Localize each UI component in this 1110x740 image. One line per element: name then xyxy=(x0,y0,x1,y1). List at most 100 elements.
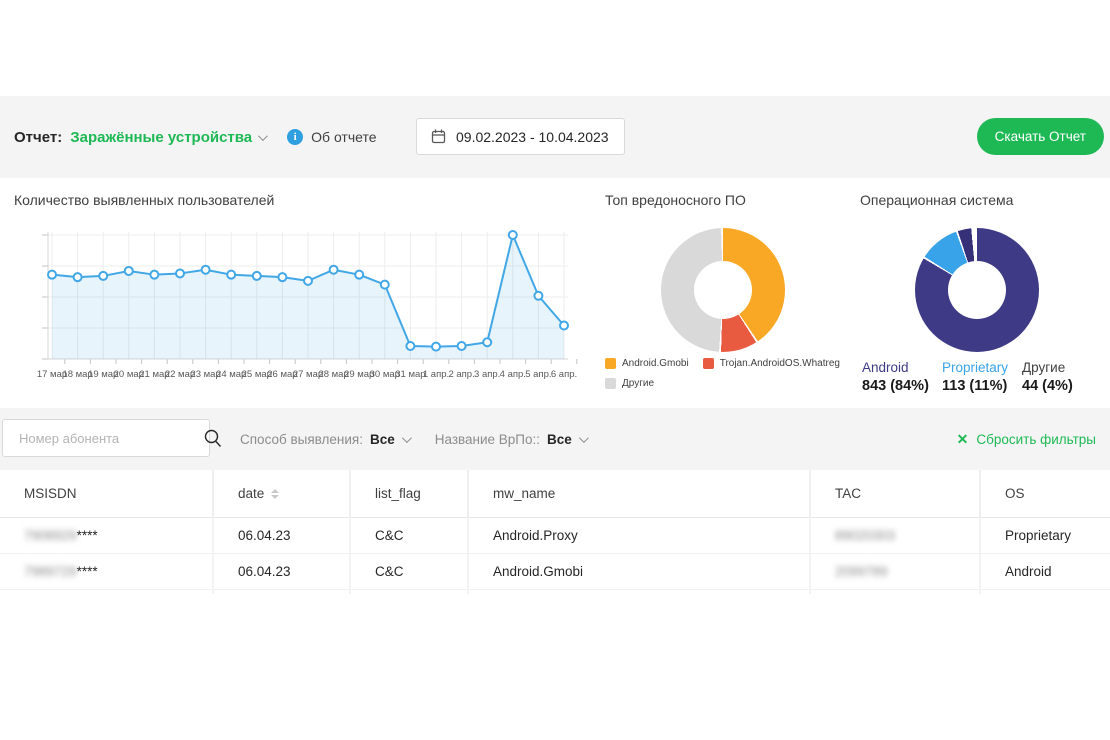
svg-text:6 апр.: 6 апр. xyxy=(551,369,577,380)
svg-text:2 апр.: 2 апр. xyxy=(448,369,474,380)
malware-name-label: Название ВрПо:: xyxy=(435,432,540,447)
svg-text:5 апр.: 5 апр. xyxy=(525,369,551,380)
svg-text:3 апр.: 3 апр. xyxy=(474,369,500,380)
column-header-label: MSISDN xyxy=(24,486,77,501)
donut-hole xyxy=(948,261,1006,319)
empty-cell xyxy=(980,589,1110,594)
download-report-button[interactable]: Скачать Отчет xyxy=(977,118,1104,155)
column-header-label: TAC xyxy=(835,486,861,501)
chevron-down-icon xyxy=(579,433,589,443)
cell-date: 06.04.23 xyxy=(213,553,350,589)
detection-method-value: Все xyxy=(370,432,395,447)
blurred-tac: 2099789 xyxy=(835,564,888,579)
cell-mw-name: Android.Gmobi xyxy=(468,553,810,589)
malware-name-dropdown[interactable]: Название ВрПо:: Все xyxy=(435,432,586,447)
column-header-label: date xyxy=(238,486,264,501)
os-stat-label: Android xyxy=(862,360,942,375)
detection-method-dropdown[interactable]: Способ выявления: Все xyxy=(240,432,409,447)
cell-os: Android xyxy=(980,553,1110,589)
column-header-mw_name: mw_name xyxy=(468,470,810,517)
column-header-date[interactable]: date xyxy=(213,470,350,517)
column-header-os: OS xyxy=(980,470,1110,517)
info-icon[interactable]: i xyxy=(287,129,303,145)
calendar-icon xyxy=(431,129,446,144)
msisdn-mask: **** xyxy=(77,528,98,543)
sort-icon[interactable] xyxy=(271,489,279,499)
os-stats: Android 843 (84%) Proprietary 113 (11%) … xyxy=(862,360,1102,394)
malware-donut-card: Топ вредоносного ПО Android.Gmobi Trojan… xyxy=(595,178,850,408)
chevron-down-icon xyxy=(258,131,268,141)
empty-cell xyxy=(213,589,350,594)
users-line-chart-card: Количество выявленных пользователей 17 м… xyxy=(0,178,585,408)
legend-label: Trojan.AndroidOS.Whatreg xyxy=(720,358,840,369)
blurred-msisdn: 7908929 xyxy=(24,528,77,543)
search-input[interactable] xyxy=(3,431,203,446)
date-range-picker[interactable]: 09.02.2023 - 10.04.2023 xyxy=(416,118,625,155)
legend-item: Trojan.AndroidOS.Whatreg xyxy=(703,358,840,369)
legend-swatch xyxy=(703,358,714,369)
date-range-value: 09.02.2023 - 10.04.2023 xyxy=(456,129,609,145)
os-chart-title: Операционная система xyxy=(860,192,1013,208)
filter-band: Способ выявления: Все Название ВрПо:: Вс… xyxy=(0,408,1110,470)
cell-date: 06.04.23 xyxy=(213,517,350,553)
cell-msisdn: 7989729**** xyxy=(0,553,213,589)
detection-method-label: Способ выявления: xyxy=(240,432,363,447)
report-name-text: Заражённые устройства xyxy=(70,129,252,146)
donut-hole xyxy=(694,261,752,319)
chevron-down-icon xyxy=(402,433,412,443)
column-header-label: list_flag xyxy=(375,486,421,501)
blurred-msisdn: 7989729 xyxy=(24,564,77,579)
os-donut-card: Операционная система Android 843 (84%) P… xyxy=(850,178,1110,408)
about-report-label: Об отчете xyxy=(311,129,376,145)
dashboard-screen: Отчет: Заражённые устройства i Об отчете… xyxy=(0,0,1110,740)
os-donut-chart xyxy=(915,228,1039,352)
search-icon xyxy=(203,428,223,448)
column-header-tac: TAC xyxy=(810,470,980,517)
legend-item: Android.Gmobi xyxy=(605,358,689,369)
column-header-label: mw_name xyxy=(493,486,555,501)
svg-text:4 апр.: 4 апр. xyxy=(500,369,526,380)
table-row-partial xyxy=(0,589,1110,594)
os-stat-value: 44 (4%) xyxy=(1022,378,1102,394)
legend-item: Другие xyxy=(605,378,654,389)
malware-donut-chart xyxy=(661,228,785,352)
malware-chart-title: Топ вредоносного ПО xyxy=(605,192,746,208)
legend-label: Другие xyxy=(622,378,654,389)
users-line-chart: 17 мар18 мар19 мар20 мар21 мар22 мар23 м… xyxy=(0,208,585,428)
infected-devices-table: MSISDN date list_flag mw_name TAC OS 7908929*… xyxy=(0,470,1110,594)
search-button[interactable] xyxy=(203,420,223,456)
os-stat-other: Другие 44 (4%) xyxy=(1022,360,1102,394)
report-selector-row: Отчет: Заражённые устройства i Об отчете xyxy=(14,96,377,178)
column-header-msisdn: MSISDN xyxy=(0,470,213,517)
subscriber-search-box xyxy=(2,419,210,457)
column-header-label: OS xyxy=(1005,486,1025,501)
line-chart-title: Количество выявленных пользователей xyxy=(14,192,274,208)
report-label: Отчет: xyxy=(14,129,62,146)
legend-label: Android.Gmobi xyxy=(622,358,689,369)
reset-filters-button[interactable]: ✕ Сбросить фильтры xyxy=(957,408,1096,470)
svg-text:1 апр.: 1 апр. xyxy=(423,369,449,380)
empty-cell xyxy=(0,589,213,594)
table-header-row: MSISDN date list_flag mw_name TAC OS xyxy=(0,470,1110,517)
os-stat-value: 843 (84%) xyxy=(862,378,942,394)
cell-list-flag: C&C xyxy=(350,553,468,589)
cell-msisdn: 7908929**** xyxy=(0,517,213,553)
os-stat-label: Другие xyxy=(1022,360,1102,375)
close-icon: ✕ xyxy=(957,432,969,446)
report-name-dropdown[interactable]: Заражённые устройства xyxy=(70,129,265,146)
svg-text:31 мар: 31 мар xyxy=(395,369,425,380)
empty-cell xyxy=(350,589,468,594)
os-stat-proprietary: Proprietary 113 (11%) xyxy=(942,360,1022,394)
filter-dropdowns: Способ выявления: Все Название ВрПо:: Вс… xyxy=(240,408,586,470)
blurred-tac: 89020303 xyxy=(835,528,895,543)
empty-cell xyxy=(810,589,980,594)
malware-name-value: Все xyxy=(547,432,572,447)
legend-swatch xyxy=(605,358,616,369)
legend-swatch xyxy=(605,378,616,389)
os-stat-android: Android 843 (84%) xyxy=(862,360,942,394)
cell-os: Proprietary xyxy=(980,517,1110,553)
column-header-list_flag: list_flag xyxy=(350,470,468,517)
empty-cell xyxy=(468,589,810,594)
os-stat-value: 113 (11%) xyxy=(942,378,1022,394)
table-row: 7908929****06.04.23C&CAndroid.Proxy89020… xyxy=(0,517,1110,553)
